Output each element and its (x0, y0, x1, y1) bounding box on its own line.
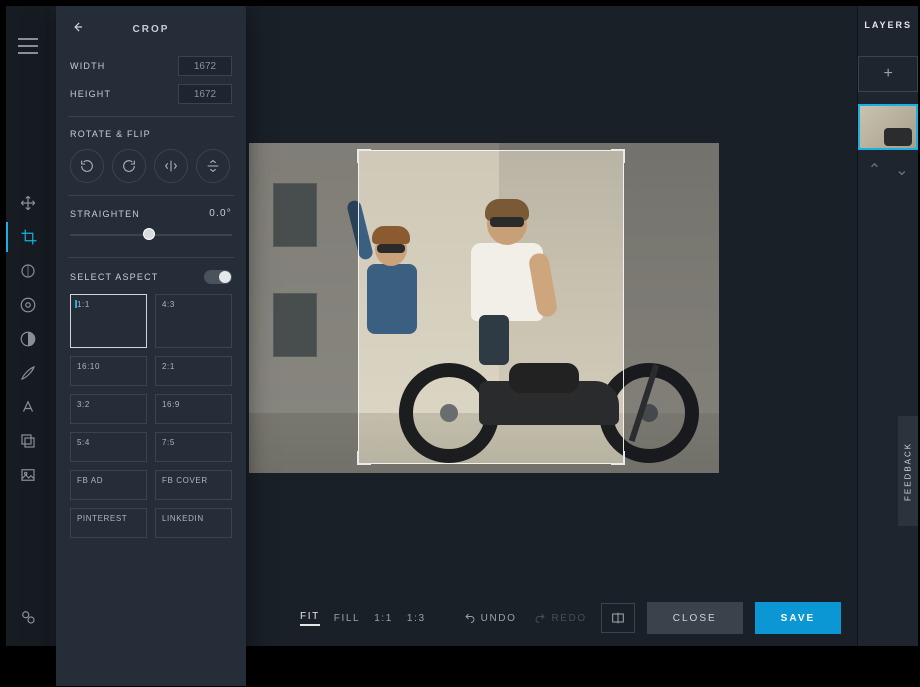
aspect-5-4[interactable]: 5:4 (70, 432, 147, 462)
aspect-2-1[interactable]: 2:1 (155, 356, 232, 386)
aspect-grid: 1:1 4:3 16:10 2:1 3:2 16:9 5:4 7:5 FB AD… (70, 294, 232, 538)
aspect-linkedin[interactable]: LINKEDIN (155, 508, 232, 538)
tool-rail (6, 6, 50, 646)
aspect-lock-toggle[interactable] (204, 270, 232, 284)
redo-label: REDO (551, 613, 586, 624)
aspect-1-1[interactable]: 1:1 (70, 294, 147, 348)
straighten-value: 0.0° (209, 208, 232, 219)
zoom-1-1[interactable]: 1:1 (374, 613, 393, 624)
select-aspect-label: SELECT ASPECT (70, 272, 158, 282)
close-button[interactable]: CLOSE (647, 602, 743, 634)
layer-up-icon[interactable]: ⌃ (868, 160, 881, 180)
layers-panel: LAYERS + ⌃ ⌄ FEEDBACK (857, 6, 918, 646)
aspect-pinterest[interactable]: PINTEREST (70, 508, 147, 538)
exposure-tool[interactable] (6, 256, 50, 286)
app-frame: CROP WIDTH HEIGHT ROTATE & FLIP STRAIGHT… (6, 6, 914, 646)
rotate-ccw-icon[interactable] (70, 149, 104, 183)
zoom-1-3[interactable]: 1:3 (407, 613, 426, 624)
height-label: HEIGHT (70, 89, 111, 99)
settings-tool[interactable] (6, 290, 50, 320)
contrast-tool[interactable] (6, 324, 50, 354)
crop-selection[interactable] (359, 151, 623, 463)
width-label: WIDTH (70, 61, 106, 71)
layer-thumbnail[interactable] (858, 104, 918, 150)
undo-button[interactable]: UNDO (464, 612, 517, 624)
aspect-fb-cover[interactable]: FB COVER (155, 470, 232, 500)
crop-panel: CROP WIDTH HEIGHT ROTATE & FLIP STRAIGHT… (56, 6, 246, 686)
feedback-tab[interactable]: FEEDBACK (898, 416, 918, 526)
flip-vertical-icon[interactable] (196, 149, 230, 183)
add-layer-button[interactable]: + (858, 56, 918, 92)
aspect-3-2[interactable]: 3:2 (70, 394, 147, 424)
zoom-fit[interactable]: FIT (300, 611, 320, 626)
undo-label: UNDO (481, 613, 517, 624)
aspect-4-3[interactable]: 4:3 (155, 294, 232, 348)
height-input[interactable] (178, 84, 232, 104)
canvas-image[interactable] (249, 143, 719, 473)
layers-tool[interactable] (6, 426, 50, 456)
save-button[interactable]: SAVE (755, 602, 842, 634)
image-tool[interactable] (6, 460, 50, 490)
aspect-fb-ad[interactable]: FB AD (70, 470, 147, 500)
brush-tool[interactable] (6, 358, 50, 388)
aspect-16-9[interactable]: 16:9 (155, 394, 232, 424)
compare-icon[interactable] (601, 603, 635, 633)
straighten-slider[interactable] (70, 225, 232, 245)
layer-down-icon[interactable]: ⌄ (895, 160, 908, 180)
aspect-7-5[interactable]: 7:5 (155, 432, 232, 462)
panel-title: CROP (133, 24, 170, 35)
move-tool[interactable] (6, 188, 50, 218)
aspect-16-10[interactable]: 16:10 (70, 356, 147, 386)
rotate-flip-label: ROTATE & FLIP (70, 129, 232, 139)
flip-horizontal-icon[interactable] (154, 149, 188, 183)
layers-title: LAYERS (864, 20, 912, 30)
menu-icon[interactable] (18, 38, 38, 54)
crop-tool[interactable] (6, 222, 50, 252)
width-input[interactable] (178, 56, 232, 76)
back-arrow-icon[interactable] (70, 20, 86, 36)
rotate-cw-icon[interactable] (112, 149, 146, 183)
zoom-fill[interactable]: FILL (334, 613, 360, 624)
text-tool[interactable] (6, 392, 50, 422)
preferences-icon[interactable] (6, 602, 50, 632)
straighten-label: STRAIGHTEN (70, 209, 140, 219)
redo-button[interactable]: REDO (534, 612, 586, 624)
